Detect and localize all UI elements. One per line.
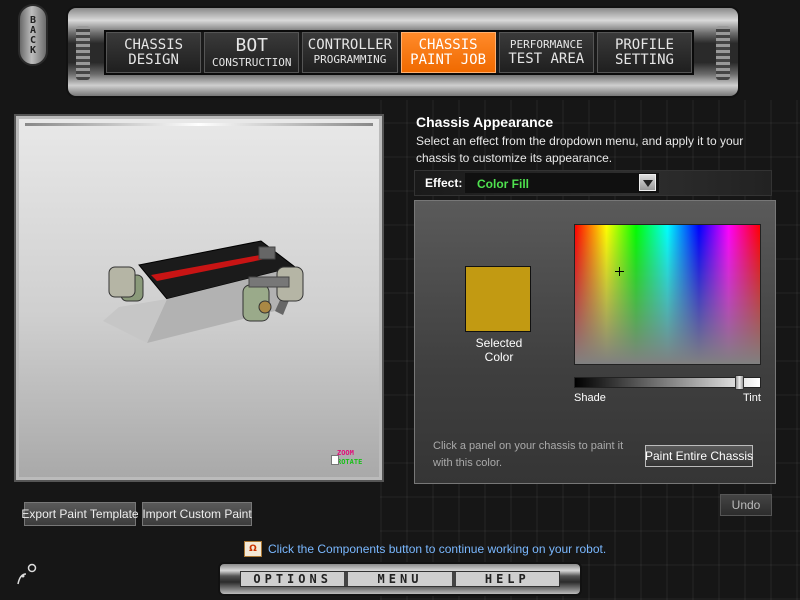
tab-bot-construction[interactable]: BOT CONSTRUCTION bbox=[204, 32, 300, 73]
robot-3d-viewport[interactable]: ZOOM ROTATE bbox=[14, 114, 384, 482]
tint-label: Tint bbox=[743, 392, 761, 404]
tab-label-line2: PAINT JOB bbox=[410, 51, 487, 68]
tab-label-line1: PERFORMANCE bbox=[509, 38, 583, 51]
shade-label: Shade bbox=[574, 392, 606, 404]
export-paint-template-button[interactable]: Export Paint Template bbox=[21, 502, 139, 526]
status-row: Ω Click the Components button to continu… bbox=[244, 540, 606, 558]
color-picker-field[interactable] bbox=[574, 224, 761, 365]
zoom-rotate-control[interactable]: ZOOM ROTATE bbox=[331, 449, 363, 467]
components-icon[interactable]: Ω bbox=[244, 541, 262, 557]
bottom-menu-inner: OPTIONS MENU HELP bbox=[240, 571, 560, 587]
tab-label-line2: CONSTRUCTION bbox=[212, 55, 292, 69]
tab-label-line2: SETTING bbox=[614, 51, 674, 68]
rotate-label: ROTATE bbox=[337, 458, 363, 466]
tab-chassis-paint-job[interactable]: CHASSIS PAINT JOB bbox=[400, 32, 496, 73]
tab-label-line1: CHASSIS bbox=[124, 36, 184, 53]
tab-label-line1: CONTROLLER bbox=[307, 37, 393, 53]
effect-selected-value: Color Fill bbox=[477, 177, 529, 191]
slider-thumb[interactable] bbox=[735, 375, 744, 390]
tab-label-line2: DESIGN bbox=[128, 51, 179, 68]
tab-chassis-design[interactable]: CHASSIS DESIGN bbox=[106, 32, 202, 73]
shade-tint-slider[interactable] bbox=[574, 375, 761, 390]
tab-profile-setting[interactable]: PROFILE SETTING bbox=[596, 32, 693, 73]
zoom-label: ZOOM bbox=[337, 449, 354, 457]
tab-label-line1: PROFILE bbox=[614, 36, 674, 53]
tab-label-line1: BOT bbox=[235, 34, 269, 56]
import-custom-paint-button[interactable]: Import Custom Paint bbox=[142, 502, 252, 526]
paint-entire-chassis-button[interactable]: Paint Entire Chassis bbox=[645, 445, 753, 467]
options-button[interactable]: OPTIONS bbox=[241, 572, 349, 586]
color-picker-saturation bbox=[575, 225, 760, 364]
paint-hint-text: Click a panel on your chassis to paint i… bbox=[433, 440, 624, 469]
menu-button[interactable]: MENU bbox=[348, 572, 456, 586]
nav-tabs: CHASSIS DESIGN BOT CONSTRUCTION CONTROLL… bbox=[104, 30, 694, 75]
effect-dropdown[interactable]: Color Fill bbox=[465, 173, 659, 193]
tab-label-line2: PROGRAMMING bbox=[313, 53, 387, 66]
undo-button[interactable]: Undo bbox=[720, 494, 772, 516]
effect-label: Effect: bbox=[425, 176, 463, 190]
status-message: Click the Components button to continue … bbox=[268, 542, 607, 556]
tab-label-line2: TEST AREA bbox=[508, 51, 585, 67]
back-button[interactable]: BACK bbox=[18, 4, 48, 66]
bottom-menu-bar: OPTIONS MENU HELP bbox=[218, 562, 582, 596]
effect-row: Effect: Color Fill bbox=[414, 170, 772, 196]
robot-model bbox=[103, 240, 304, 343]
help-button[interactable]: HELP bbox=[456, 572, 559, 586]
tab-label-line1: CHASSIS bbox=[418, 36, 478, 53]
dropdown-arrow-icon[interactable] bbox=[639, 174, 656, 191]
back-label: BACK bbox=[27, 15, 39, 55]
zoom-rotate-knob[interactable] bbox=[331, 455, 339, 465]
tab-performance-test-area[interactable]: PERFORMANCE TEST AREA bbox=[498, 32, 594, 73]
selected-color-label: Selected Color bbox=[475, 336, 523, 364]
color-fill-panel: Selected Color Shade Tint Click a panel … bbox=[414, 200, 776, 484]
tab-controller-programming[interactable]: CONTROLLER PROGRAMMING bbox=[302, 32, 398, 73]
logo-icon bbox=[17, 563, 37, 585]
selected-color-swatch bbox=[465, 266, 531, 332]
panel-title: Chassis Appearance bbox=[416, 114, 554, 130]
crosshair-icon[interactable] bbox=[615, 267, 624, 276]
panel-description: Select an effect from the dropdown menu,… bbox=[416, 134, 744, 165]
